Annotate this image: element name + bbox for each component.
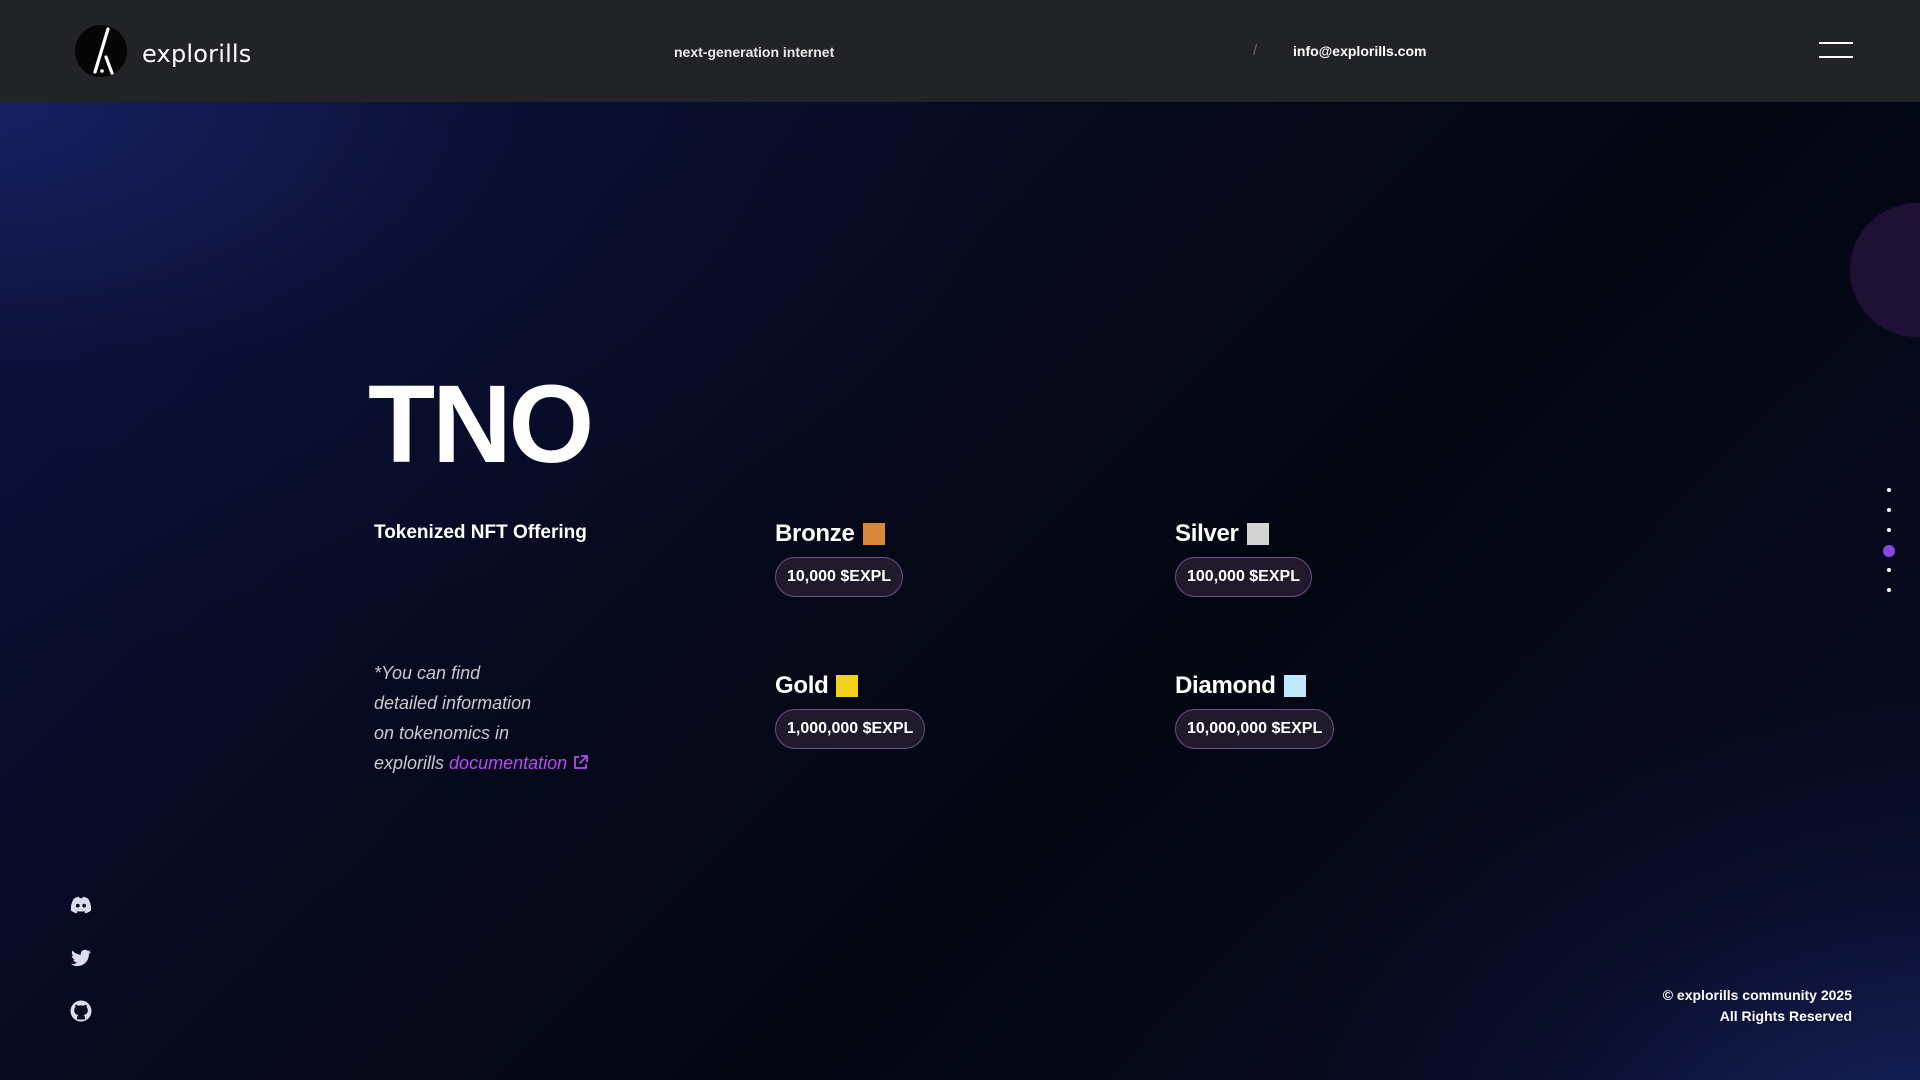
tier-name: Bronze — [775, 520, 885, 548]
header-separator: / — [1253, 42, 1258, 59]
section-nav-dot[interactable] — [1887, 508, 1891, 512]
tier-gold: Gold 1,000,000 $EXPL — [775, 672, 926, 749]
tier-label: Diamond — [1175, 672, 1276, 699]
section-nav-dot[interactable] — [1887, 528, 1891, 532]
note-line: on tokenomics in — [374, 723, 510, 743]
section-nav-dot[interactable] — [1887, 568, 1891, 572]
rights-text: All Rights Reserved — [1719, 1008, 1852, 1024]
hamburger-menu-icon[interactable] — [1819, 40, 1853, 62]
tier-silver: Silver 100,000 $EXPL — [1175, 520, 1312, 597]
tier-price-badge: 1,000,000 $EXPL — [775, 709, 926, 749]
github-icon[interactable] — [68, 998, 94, 1024]
silver-color-swatch — [1246, 523, 1269, 545]
contact-email-link[interactable]: info@explorills.com — [1293, 43, 1426, 59]
discord-icon[interactable] — [68, 892, 94, 918]
tier-diamond: Diamond 10,000,000 $EXPL — [1175, 672, 1335, 749]
tier-label: Silver — [1175, 520, 1239, 547]
note-line: detailed information — [374, 693, 532, 713]
top-header: explorills next-generation internet / in… — [0, 0, 1920, 102]
brand-name[interactable]: explorills — [142, 40, 252, 68]
menu-bar — [1819, 42, 1853, 44]
section-nav-dot[interactable] — [1887, 488, 1891, 492]
note-line: explorills documentation — [374, 748, 674, 780]
tokenomics-note: *You can find detailed information on to… — [374, 658, 674, 780]
menu-bar — [1819, 56, 1853, 58]
tier-name: Silver — [1175, 520, 1269, 548]
tier-name: Gold — [775, 672, 859, 700]
tier-label: Gold — [775, 672, 829, 699]
documentation-link-label: documentation — [449, 753, 568, 773]
page-title: TNO — [368, 363, 594, 486]
gold-color-swatch — [836, 675, 859, 697]
diamond-color-swatch — [1283, 675, 1306, 697]
tier-name: Diamond — [1175, 672, 1306, 700]
note-line: *You can find — [374, 663, 481, 683]
note-line-prefix: explorills — [374, 753, 445, 773]
tier-label: Bronze — [775, 520, 855, 547]
copyright-text: © explorills community 2025 — [1662, 987, 1852, 1003]
documentation-link[interactable]: documentation — [449, 753, 589, 773]
footer-copyright: © explorills community 2025 All Rights R… — [1663, 985, 1852, 1027]
page-subtitle: Tokenized NFT Offering — [374, 522, 587, 543]
page-background — [0, 102, 1920, 1080]
section-nav-dot[interactable] — [1887, 588, 1891, 592]
tier-price-badge: 10,000,000 $EXPL — [1175, 709, 1335, 749]
header-tagline: next-generation internet — [674, 44, 835, 60]
tier-price-badge: 10,000 $EXPL — [775, 557, 904, 597]
twitter-icon[interactable] — [68, 945, 94, 971]
tier-price-badge: 100,000 $EXPL — [1175, 557, 1312, 597]
external-link-icon — [572, 750, 589, 780]
bronze-color-swatch — [862, 523, 885, 545]
explorills-logo-icon[interactable] — [75, 25, 127, 77]
section-nav-dot-active[interactable] — [1883, 545, 1895, 557]
tier-bronze: Bronze 10,000 $EXPL — [775, 520, 904, 597]
